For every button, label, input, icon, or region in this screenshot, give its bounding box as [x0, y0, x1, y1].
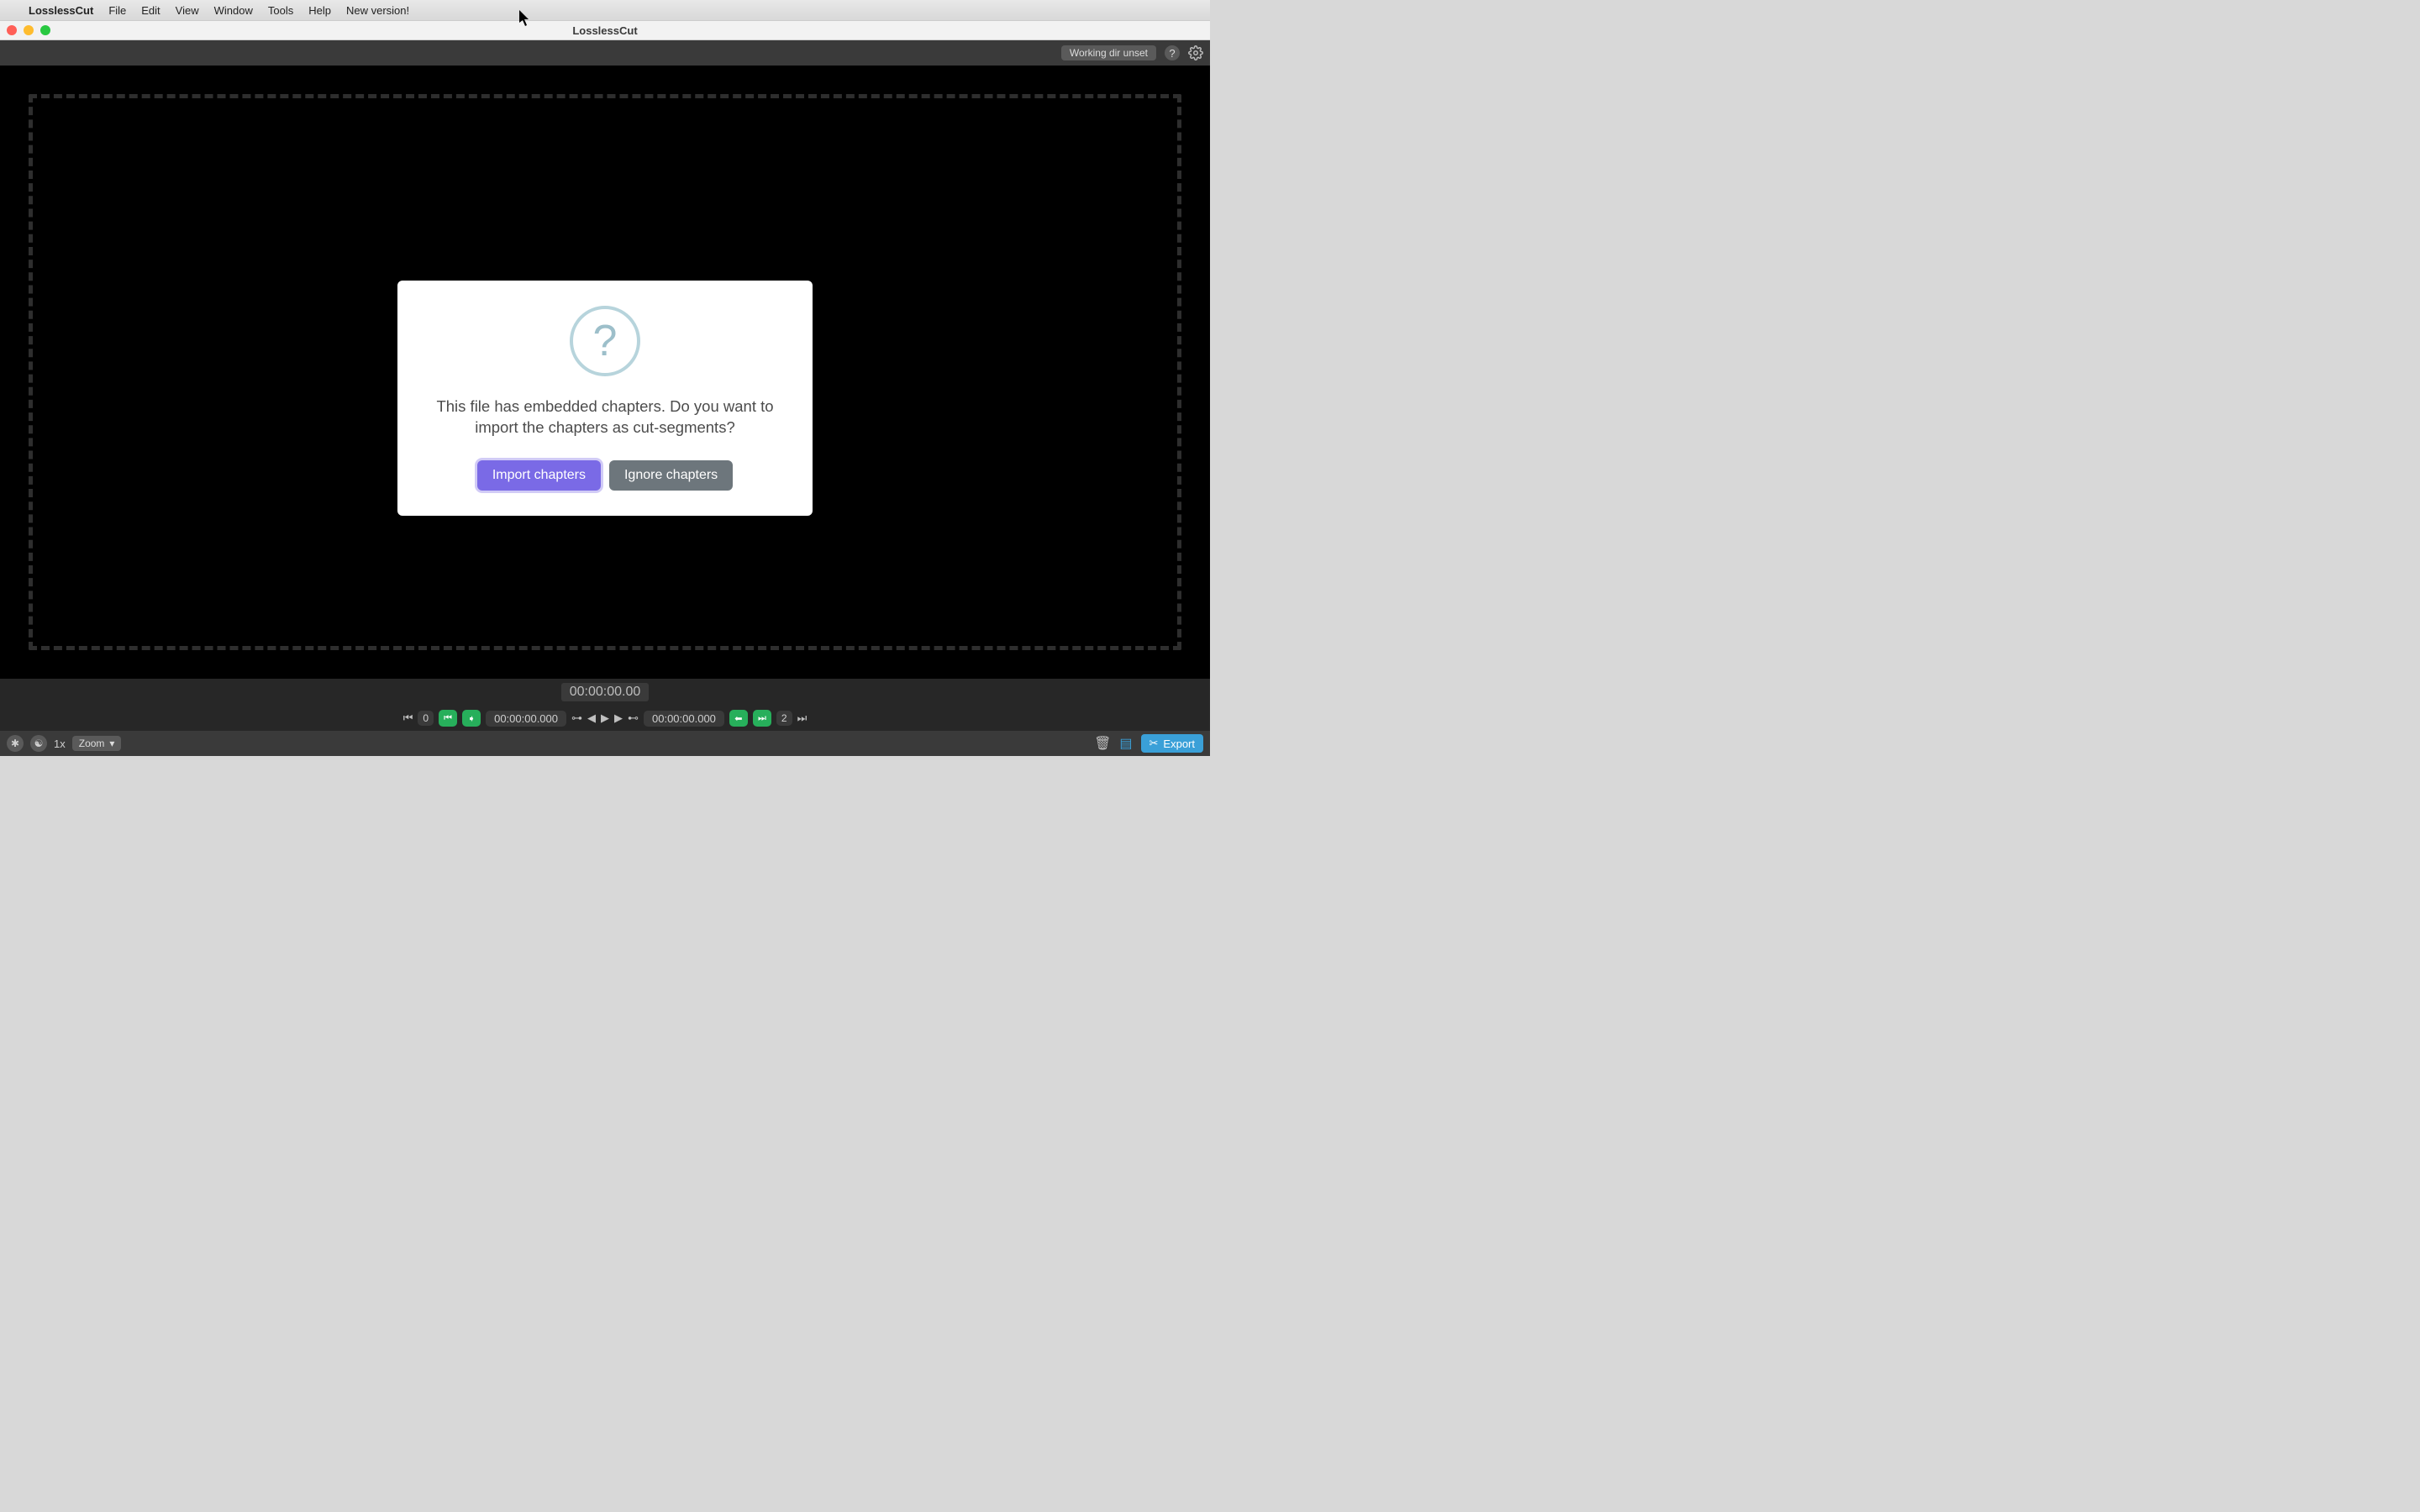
- skip-end-icon[interactable]: ⏭: [797, 711, 808, 725]
- gear-icon[interactable]: [1188, 45, 1203, 60]
- segment-left-count[interactable]: 0: [418, 711, 434, 726]
- key-right-icon[interactable]: ⊷: [628, 711, 639, 725]
- segment-right-count[interactable]: 2: [776, 711, 792, 726]
- zoom-label: Zoom: [79, 738, 105, 749]
- menu-help[interactable]: Help: [308, 4, 331, 17]
- working-dir-badge[interactable]: Working dir unset: [1061, 45, 1156, 60]
- yinyang-icon[interactable]: ☯: [30, 735, 47, 752]
- step-forward-icon[interactable]: ▶: [614, 711, 623, 725]
- scissors-icon: ✂: [1150, 737, 1159, 750]
- macos-menubar: LosslessCut File Edit View Window Tools …: [0, 0, 1210, 20]
- window-titlebar: LosslessCut: [0, 20, 1210, 40]
- bottom-bar-left: ✱ ☯ 1x Zoom ▾: [7, 735, 121, 752]
- tags-icon[interactable]: ▤: [1119, 735, 1132, 752]
- ignore-chapters-button[interactable]: Ignore chapters: [609, 460, 733, 491]
- timeline-area: 00:00:00.00: [0, 679, 1210, 706]
- import-chapters-button[interactable]: Import chapters: [477, 460, 601, 491]
- app-topbar: Working dir unset ?: [0, 40, 1210, 66]
- traffic-lights: [7, 25, 50, 35]
- bottom-bar: ✱ ☯ 1x Zoom ▾ 🗑 ▤ ✂ Export: [0, 731, 1210, 756]
- export-label: Export: [1163, 738, 1195, 750]
- step-back-icon[interactable]: ◀: [587, 711, 596, 725]
- start-time-input[interactable]: 00:00:00.000: [486, 711, 566, 727]
- capture-icon[interactable]: ✱: [7, 735, 24, 752]
- next-segment-button[interactable]: ⏭: [753, 710, 771, 727]
- menu-tools[interactable]: Tools: [268, 4, 293, 17]
- chapters-modal: ? This file has embedded chapters. Do yo…: [397, 281, 813, 516]
- main-timecode[interactable]: 00:00:00.00: [561, 683, 650, 701]
- window-title: LosslessCut: [0, 24, 1210, 37]
- window-close-button[interactable]: [7, 25, 17, 35]
- prev-segment-button[interactable]: ⏮: [439, 710, 457, 727]
- app-name[interactable]: LosslessCut: [29, 4, 93, 17]
- modal-buttons: Import chapters Ignore chapters: [477, 460, 733, 491]
- chevron-down-icon: ▾: [109, 738, 114, 749]
- question-icon: ?: [570, 306, 640, 376]
- window-minimize-button[interactable]: [24, 25, 34, 35]
- playback-speed[interactable]: 1x: [54, 738, 66, 750]
- play-icon[interactable]: ▶: [601, 711, 609, 725]
- key-left-icon[interactable]: ⊶: [571, 711, 582, 725]
- window-maximize-button[interactable]: [40, 25, 50, 35]
- menu-file[interactable]: File: [108, 4, 126, 17]
- modal-message: This file has embedded chapters. Do you …: [426, 396, 784, 438]
- end-time-input[interactable]: 00:00:00.000: [644, 711, 724, 727]
- bottom-bar-right: 🗑 ▤ ✂ Export: [1094, 734, 1203, 753]
- menu-edit[interactable]: Edit: [141, 4, 160, 17]
- set-end-button[interactable]: ⬅: [729, 710, 748, 727]
- menu-new-version[interactable]: New version!: [346, 4, 409, 17]
- skip-start-icon[interactable]: ⏮: [403, 711, 413, 725]
- zoom-select[interactable]: Zoom ▾: [72, 736, 122, 751]
- menu-window[interactable]: Window: [214, 4, 253, 17]
- trash-icon[interactable]: 🗑: [1094, 735, 1111, 752]
- transport-controls: ⏮ 0 ⏮ ➧ 00:00:00.000 ⊶ ◀ ▶ ▶ ⊷ 00:00:00.…: [0, 706, 1210, 731]
- menu-view[interactable]: View: [176, 4, 199, 17]
- set-start-button[interactable]: ➧: [462, 710, 481, 727]
- export-button[interactable]: ✂ Export: [1141, 734, 1203, 753]
- help-icon[interactable]: ?: [1165, 45, 1180, 60]
